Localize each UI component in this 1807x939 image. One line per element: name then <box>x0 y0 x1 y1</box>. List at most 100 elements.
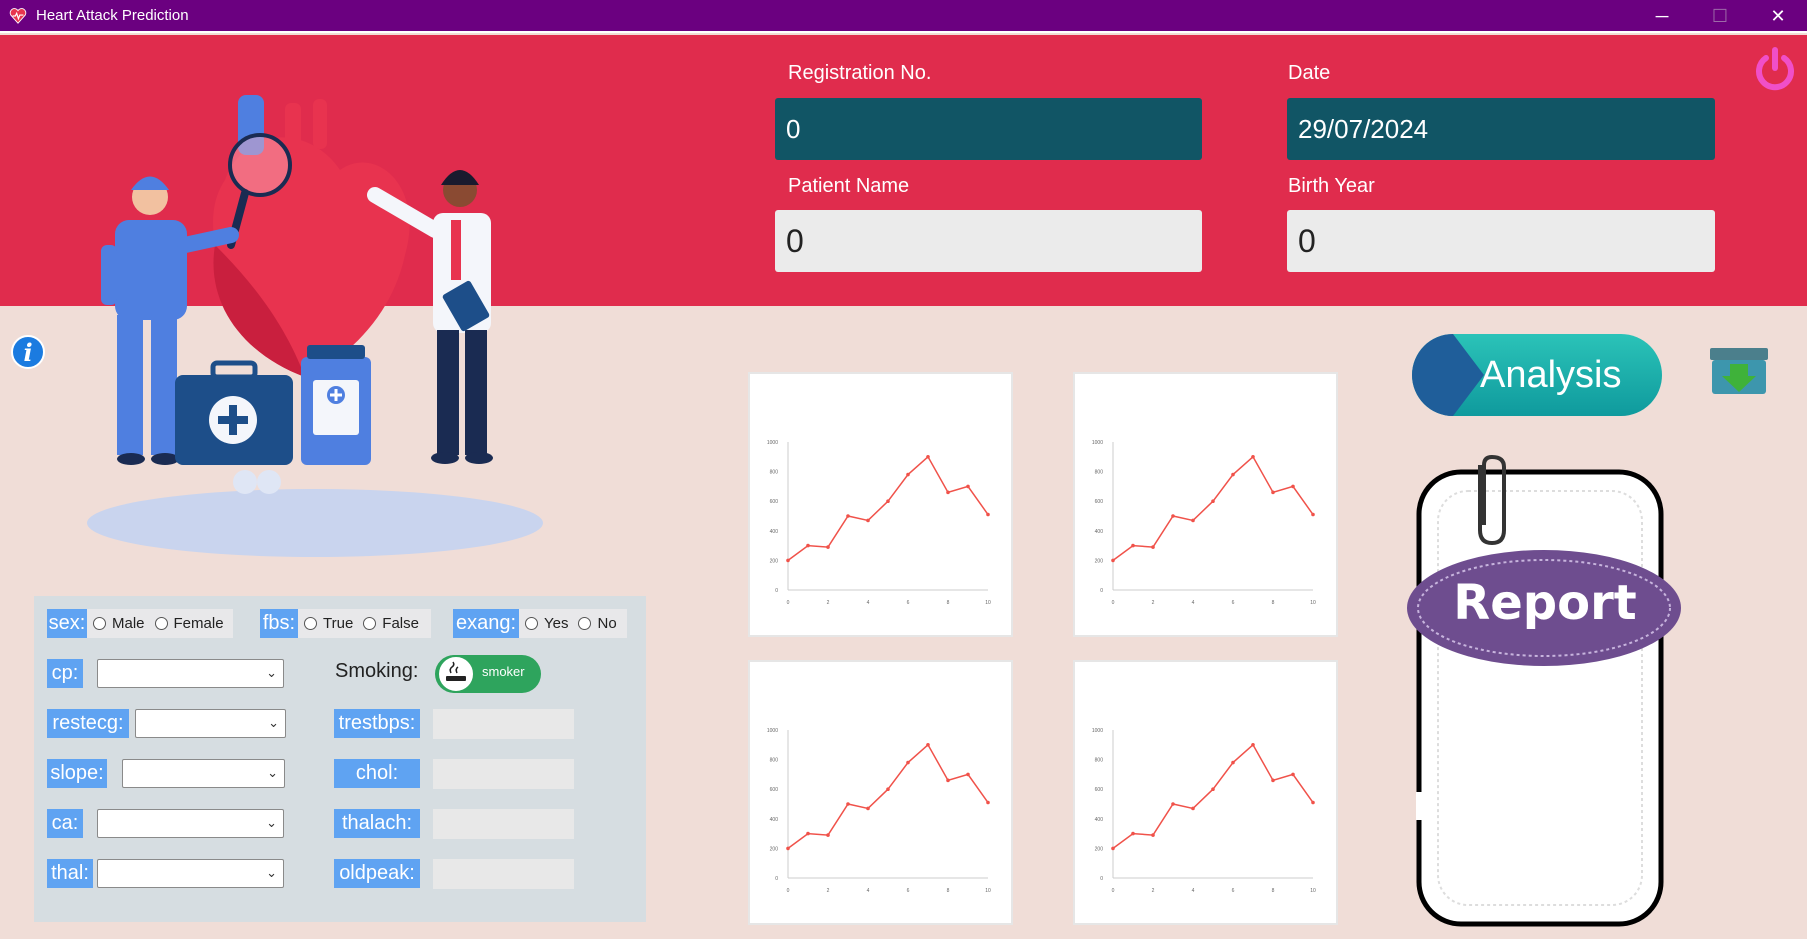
minimize-button[interactable]: ─ <box>1633 0 1691 33</box>
data-point <box>1271 490 1275 495</box>
data-point <box>986 800 990 805</box>
exang-yes-radio[interactable]: Yes <box>525 615 568 632</box>
x-tick-label: 8 <box>1272 888 1275 894</box>
x-tick-label: 2 <box>827 600 830 606</box>
chart-4: 0 200 400 600 800 1000 0 2 4 6 8 10 <box>1073 660 1338 925</box>
data-point <box>786 846 790 851</box>
cp-select[interactable]: ⌄ <box>97 659 284 688</box>
window-title: Heart Attack Prediction <box>36 7 189 24</box>
chevron-down-icon: ⌄ <box>266 815 277 830</box>
exang-no-radio[interactable]: No <box>578 615 617 632</box>
sex-male-radio[interactable]: Male <box>93 615 145 632</box>
oldpeak-input[interactable] <box>433 859 574 889</box>
chart-3: 0 200 400 600 800 1000 0 2 4 6 8 10 <box>748 660 1013 925</box>
y-tick-label: 400 <box>1095 529 1104 535</box>
maximize-button[interactable]: ☐ <box>1691 0 1749 33</box>
y-tick-label: 600 <box>770 499 779 505</box>
fbs-true-radio[interactable]: True <box>304 615 353 632</box>
data-point <box>1171 514 1175 518</box>
date-input[interactable]: 29/07/2024 <box>1287 98 1715 160</box>
restecg-label: restecg: <box>47 709 129 738</box>
series-line <box>787 455 989 562</box>
thalach-input[interactable] <box>433 809 574 839</box>
sex-radio-group: Male Female <box>87 609 233 638</box>
y-tick-label: 1000 <box>767 440 778 446</box>
power-icon[interactable] <box>1752 46 1798 92</box>
chevron-down-icon: ⌄ <box>266 865 277 880</box>
radio-circle-icon <box>93 617 106 630</box>
y-tick-label: 400 <box>770 529 779 535</box>
x-tick-label: 2 <box>1152 888 1155 894</box>
data-point <box>886 787 890 791</box>
data-point <box>806 543 810 548</box>
radio-circle-icon <box>304 617 317 630</box>
slope-select[interactable]: ⌄ <box>122 759 285 788</box>
thal-select[interactable]: ⌄ <box>97 859 284 888</box>
data-point <box>1311 800 1315 805</box>
x-tick-label: 0 <box>787 888 790 894</box>
chol-input[interactable] <box>433 759 574 789</box>
y-tick-label: 1000 <box>767 728 778 734</box>
sex-male-label: Male <box>112 615 145 632</box>
smoking-icon <box>437 655 475 693</box>
report-card[interactable] <box>1400 455 1690 935</box>
sex-label: sex: <box>47 609 87 638</box>
patient-name-label: Patient Name <box>788 175 910 197</box>
exang-yes-label: Yes <box>544 615 569 632</box>
data-point <box>966 484 970 489</box>
sex-female-radio[interactable]: Female <box>154 615 224 632</box>
data-point <box>1111 846 1115 851</box>
data-point <box>1231 760 1235 765</box>
trestbps-input[interactable] <box>433 709 574 739</box>
data-point <box>926 743 930 747</box>
patient-name-input[interactable]: 0 <box>775 210 1202 272</box>
data-point <box>1271 778 1275 783</box>
date-label: Date <box>1288 62 1331 84</box>
data-point <box>946 778 950 783</box>
smoking-label: Smoking: <box>335 660 419 682</box>
smoking-toggle[interactable]: smoker <box>435 655 541 693</box>
data-point <box>866 806 870 811</box>
registration-input[interactable]: 0 <box>775 98 1202 160</box>
title-bar: Heart Attack Prediction ─ ☐ ✕ <box>0 0 1807 33</box>
download-icon[interactable] <box>1708 344 1770 396</box>
y-tick-label: 800 <box>1095 470 1104 476</box>
x-tick-label: 6 <box>1232 600 1235 606</box>
birth-year-input[interactable]: 0 <box>1287 210 1715 272</box>
data-point <box>786 558 790 563</box>
restecg-select[interactable]: ⌄ <box>135 709 286 738</box>
y-tick-label: 0 <box>1100 588 1103 594</box>
x-tick-label: 4 <box>867 600 870 606</box>
smoker-toggle-text: smoker <box>482 664 525 679</box>
fbs-false-radio[interactable]: False <box>363 615 419 632</box>
y-tick-label: 0 <box>775 588 778 594</box>
data-point <box>826 545 830 549</box>
data-point <box>1311 512 1315 517</box>
x-tick-label: 2 <box>827 888 830 894</box>
chevron-down-icon: ⌄ <box>266 665 277 680</box>
chart-1: 0 200 400 600 800 1000 0 2 4 6 8 10 <box>748 372 1013 637</box>
data-point <box>1151 545 1155 549</box>
fbs-true-label: True <box>323 615 354 632</box>
x-tick-label: 4 <box>1192 888 1195 894</box>
y-tick-label: 1000 <box>1092 728 1103 734</box>
x-tick-label: 0 <box>787 600 790 606</box>
data-point <box>1171 802 1175 806</box>
exang-radio-group: Yes No <box>519 609 627 638</box>
ca-label: ca: <box>47 809 83 838</box>
exang-label: exang: <box>453 609 519 638</box>
info-icon[interactable]: i <box>11 335 45 369</box>
close-button[interactable]: ✕ <box>1749 0 1807 33</box>
analysis-button[interactable]: Analysis <box>1412 334 1662 416</box>
x-tick-label: 6 <box>1232 888 1235 894</box>
chevron-down-icon: ⌄ <box>267 765 278 780</box>
analysis-button-label: Analysis <box>1480 353 1622 396</box>
data-point <box>846 514 850 518</box>
thal-label: thal: <box>47 859 93 888</box>
birth-year-label: Birth Year <box>1288 175 1375 197</box>
ca-select[interactable]: ⌄ <box>97 809 284 838</box>
data-point <box>1111 558 1115 563</box>
data-point <box>986 512 990 517</box>
y-tick-label: 200 <box>770 846 779 852</box>
y-tick-label: 0 <box>1100 876 1103 882</box>
